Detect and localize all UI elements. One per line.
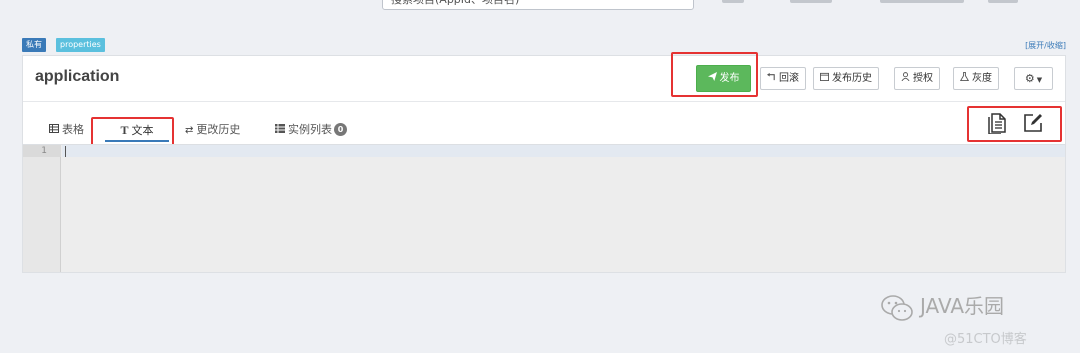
grant-label: 授权 [913, 73, 933, 84]
watermark-site: @51CTO博客 [944, 332, 1027, 347]
edit-icon[interactable] [1022, 112, 1044, 134]
panel-header: application 发布 回滚 发布历史 授权 灰度 ⚙ ▼ [23, 56, 1065, 102]
rollback-button[interactable]: 回滚 [760, 67, 806, 90]
top-navbar [0, 0, 1080, 16]
watermark-brand: JAVA乐园 [880, 290, 1005, 321]
search-input[interactable] [383, 0, 693, 9]
paper-plane-icon [707, 67, 717, 92]
nav-link-stub[interactable] [880, 0, 964, 3]
gray-release-label: 灰度 [972, 73, 992, 84]
line-number: 1 [23, 145, 61, 157]
wechat-icon [881, 294, 913, 321]
editor-gutter [23, 145, 61, 272]
text-editor[interactable]: 1 [23, 144, 1065, 272]
format-tag: properties [56, 38, 105, 52]
exchange-icon: ⇄ [185, 125, 194, 136]
list-icon [275, 121, 285, 141]
private-tag: 私有 [22, 38, 46, 52]
copy-doc-icon[interactable] [987, 112, 1009, 135]
grant-button[interactable]: 授权 [894, 67, 940, 90]
publish-label: 发布 [719, 73, 740, 84]
table-icon [49, 121, 59, 141]
flask-icon [959, 69, 970, 90]
tab-change-history-label: 更改历史 [196, 123, 241, 136]
namespace-panel: application 发布 回滚 发布历史 授权 灰度 ⚙ ▼ 表格 T 文本… [22, 52, 1066, 273]
user-icon [901, 69, 910, 90]
instances-count-badge: 0 [334, 123, 347, 136]
watermark-brand-text: JAVA乐园 [920, 294, 1005, 318]
publish-button[interactable]: 发布 [696, 65, 751, 92]
gray-release-button[interactable]: 灰度 [953, 67, 999, 90]
search-box[interactable] [382, 0, 694, 10]
text-icon: T [120, 123, 129, 137]
tab-table-label: 表格 [62, 123, 84, 136]
tab-instances[interactable]: 实例列表 0 [275, 120, 347, 142]
active-line-highlight [62, 145, 1065, 157]
tab-text[interactable]: T 文本 [105, 120, 169, 142]
calendar-icon [820, 69, 829, 90]
tab-text-label: 文本 [131, 124, 154, 137]
rollback-label: 回滚 [779, 73, 799, 84]
nav-link-stub[interactable] [722, 0, 744, 3]
nav-link-stub[interactable] [790, 0, 832, 3]
collapse-toggle-link[interactable]: [展开/收缩] [1025, 40, 1066, 51]
rollback-icon [767, 69, 776, 90]
toolbar-icons-highlight-box [967, 106, 1062, 142]
release-history-button[interactable]: 发布历史 [813, 67, 879, 90]
nav-link-stub[interactable] [988, 0, 1018, 3]
caret-down-icon: ▼ [1036, 76, 1043, 84]
release-history-label: 发布历史 [832, 73, 872, 84]
settings-dropdown-button[interactable]: ⚙ ▼ [1014, 67, 1053, 90]
gear-icon: ⚙ [1024, 72, 1035, 85]
text-cursor [65, 146, 66, 157]
namespace-title: application [35, 68, 120, 85]
tab-instances-label: 实例列表 [288, 123, 332, 136]
tab-change-history[interactable]: ⇄ 更改历史 [185, 120, 240, 142]
tab-table[interactable]: 表格 [49, 120, 84, 142]
